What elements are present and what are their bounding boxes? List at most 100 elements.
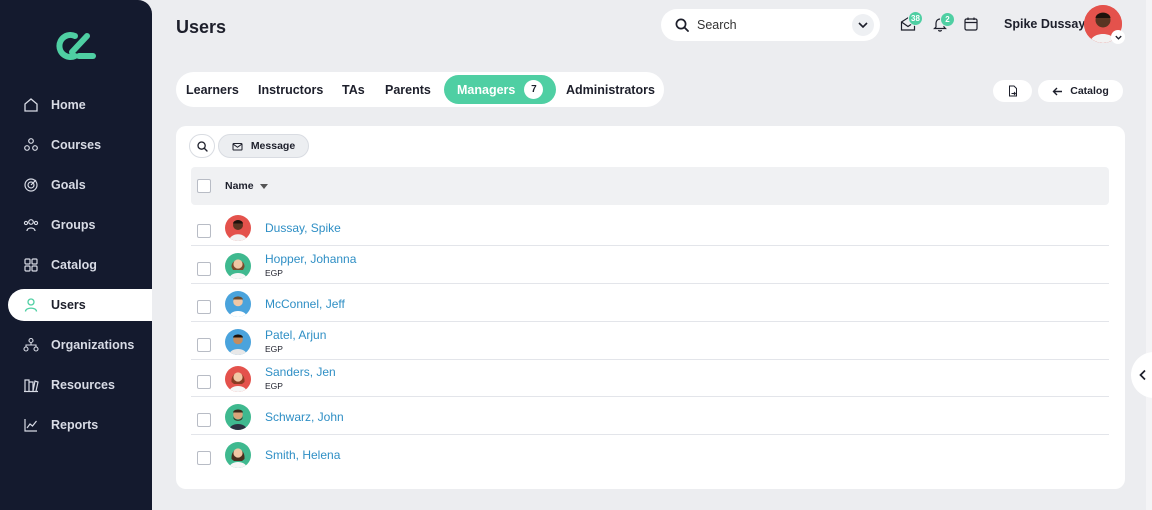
row-checkbox[interactable]	[197, 451, 211, 465]
export-csv-button[interactable]	[993, 80, 1032, 102]
sidebar-item-users[interactable]: Users	[8, 289, 152, 321]
user-name-link[interactable]: Smith, Helena	[265, 448, 340, 462]
sidebar-item-resources[interactable]: Resources	[8, 369, 152, 401]
chevron-down-icon	[858, 22, 868, 29]
global-search[interactable]: Search	[661, 9, 880, 41]
user-name-link[interactable]: Dussay, Spike	[265, 221, 341, 235]
sort-descending-icon	[259, 183, 268, 189]
avatar	[225, 253, 251, 279]
sidebar-item-label: Courses	[51, 138, 102, 152]
search-icon	[196, 140, 208, 152]
sidebar: Home Courses Goals Groups Catalog Users	[0, 0, 152, 510]
page-title: Users	[176, 17, 227, 37]
table-row[interactable]: Patel, Arjun EGP	[191, 323, 1109, 360]
role-tabs: Learners Instructors TAs Parents Manager…	[176, 72, 664, 107]
sidebar-item-catalog[interactable]: Catalog	[8, 249, 152, 281]
sidebar-item-label: Reports	[51, 418, 99, 432]
avatar	[225, 404, 251, 430]
file-export-icon	[1008, 85, 1017, 97]
avatar	[225, 442, 251, 468]
user-name-link[interactable]: Schwarz, John	[265, 410, 344, 424]
back-to-catalog-button[interactable]: Catalog	[1038, 80, 1123, 102]
app-logo[interactable]	[55, 30, 97, 62]
table-row[interactable]: Smith, Helena	[191, 436, 1109, 473]
users-table-card: Message Name Dussay, Spike Hopper, Johan…	[176, 126, 1125, 489]
user-name-link[interactable]: Patel, Arjun	[265, 328, 326, 342]
chevron-left-icon	[1139, 369, 1146, 381]
courses-icon	[22, 136, 40, 154]
search-icon	[675, 18, 689, 32]
row-checkbox[interactable]	[197, 300, 211, 314]
groups-icon	[22, 216, 40, 234]
user-menu-toggle[interactable]	[1111, 30, 1125, 44]
catalog-icon	[22, 256, 40, 274]
resources-icon	[22, 376, 40, 394]
sidebar-item-goals[interactable]: Goals	[8, 169, 152, 201]
sidebar-item-label: Goals	[51, 178, 86, 192]
mail-icon	[232, 142, 243, 150]
sidebar-item-label: Organizations	[51, 338, 135, 352]
user-organization: EGP	[265, 344, 283, 354]
notification-count-badge: 2	[940, 12, 955, 27]
user-icon	[22, 296, 40, 314]
sidebar-item-label: Users	[51, 298, 86, 312]
chevron-down-icon	[1114, 35, 1122, 40]
tab-tas[interactable]: TAs	[342, 72, 365, 107]
home-icon	[22, 96, 40, 114]
goals-icon	[22, 176, 40, 194]
tab-managers[interactable]: Managers 7	[444, 75, 557, 104]
search-input[interactable]: Search	[697, 18, 737, 32]
sidebar-item-label: Resources	[51, 378, 115, 392]
row-checkbox[interactable]	[197, 262, 211, 276]
table-header: Name	[191, 167, 1109, 205]
avatar	[225, 329, 251, 355]
search-scope-dropdown[interactable]	[852, 14, 874, 36]
sidebar-item-organizations[interactable]: Organizations	[8, 329, 152, 361]
row-checkbox[interactable]	[197, 375, 211, 389]
sidebar-item-label: Groups	[51, 218, 96, 232]
current-user-name[interactable]: Spike Dussay	[1004, 17, 1085, 31]
calendar-icon[interactable]	[963, 16, 979, 32]
reports-icon	[22, 416, 40, 434]
table-row[interactable]: McConnel, Jeff	[191, 285, 1109, 322]
page-scrollbar[interactable]	[1146, 0, 1152, 510]
tab-instructors[interactable]: Instructors	[258, 72, 323, 107]
avatar	[225, 291, 251, 317]
tab-parents[interactable]: Parents	[385, 72, 431, 107]
tab-administrators[interactable]: Administrators	[566, 72, 655, 107]
inbox-count-badge: 38	[908, 11, 923, 26]
side-panel-toggle[interactable]	[1131, 352, 1152, 398]
user-name-link[interactable]: Hopper, Johanna	[265, 252, 356, 266]
table-row[interactable]: Hopper, Johanna EGP	[191, 247, 1109, 284]
table-row[interactable]: Dussay, Spike	[191, 209, 1109, 246]
user-name-link[interactable]: McConnel, Jeff	[265, 297, 345, 311]
table-row[interactable]: Sanders, Jen EGP	[191, 360, 1109, 397]
sidebar-item-courses[interactable]: Courses	[8, 129, 152, 161]
tab-label: Managers	[457, 82, 516, 97]
sidebar-item-home[interactable]: Home	[8, 89, 152, 121]
table-search-button[interactable]	[189, 134, 215, 158]
user-organization: EGP	[265, 268, 283, 278]
tab-count-badge: 7	[524, 80, 544, 99]
message-button[interactable]: Message	[218, 134, 309, 158]
select-all-checkbox[interactable]	[197, 179, 211, 193]
column-header-label: Name	[225, 180, 254, 192]
message-button-label: Message	[250, 140, 296, 152]
avatar	[225, 366, 251, 392]
sidebar-item-reports[interactable]: Reports	[8, 409, 152, 441]
row-checkbox[interactable]	[197, 338, 211, 352]
sidebar-item-label: Home	[51, 98, 86, 112]
catalog-button-label: Catalog	[1070, 85, 1109, 97]
avatar	[225, 215, 251, 241]
organizations-icon	[22, 336, 40, 354]
arrow-left-icon	[1052, 87, 1063, 95]
sidebar-item-label: Catalog	[51, 258, 97, 272]
row-checkbox[interactable]	[197, 224, 211, 238]
row-checkbox[interactable]	[197, 413, 211, 427]
tab-learners[interactable]: Learners	[186, 72, 239, 107]
table-row[interactable]: Schwarz, John	[191, 398, 1109, 435]
user-organization: EGP	[265, 381, 283, 391]
column-header-name[interactable]: Name	[225, 180, 268, 192]
user-name-link[interactable]: Sanders, Jen	[265, 365, 336, 379]
sidebar-item-groups[interactable]: Groups	[8, 209, 152, 241]
